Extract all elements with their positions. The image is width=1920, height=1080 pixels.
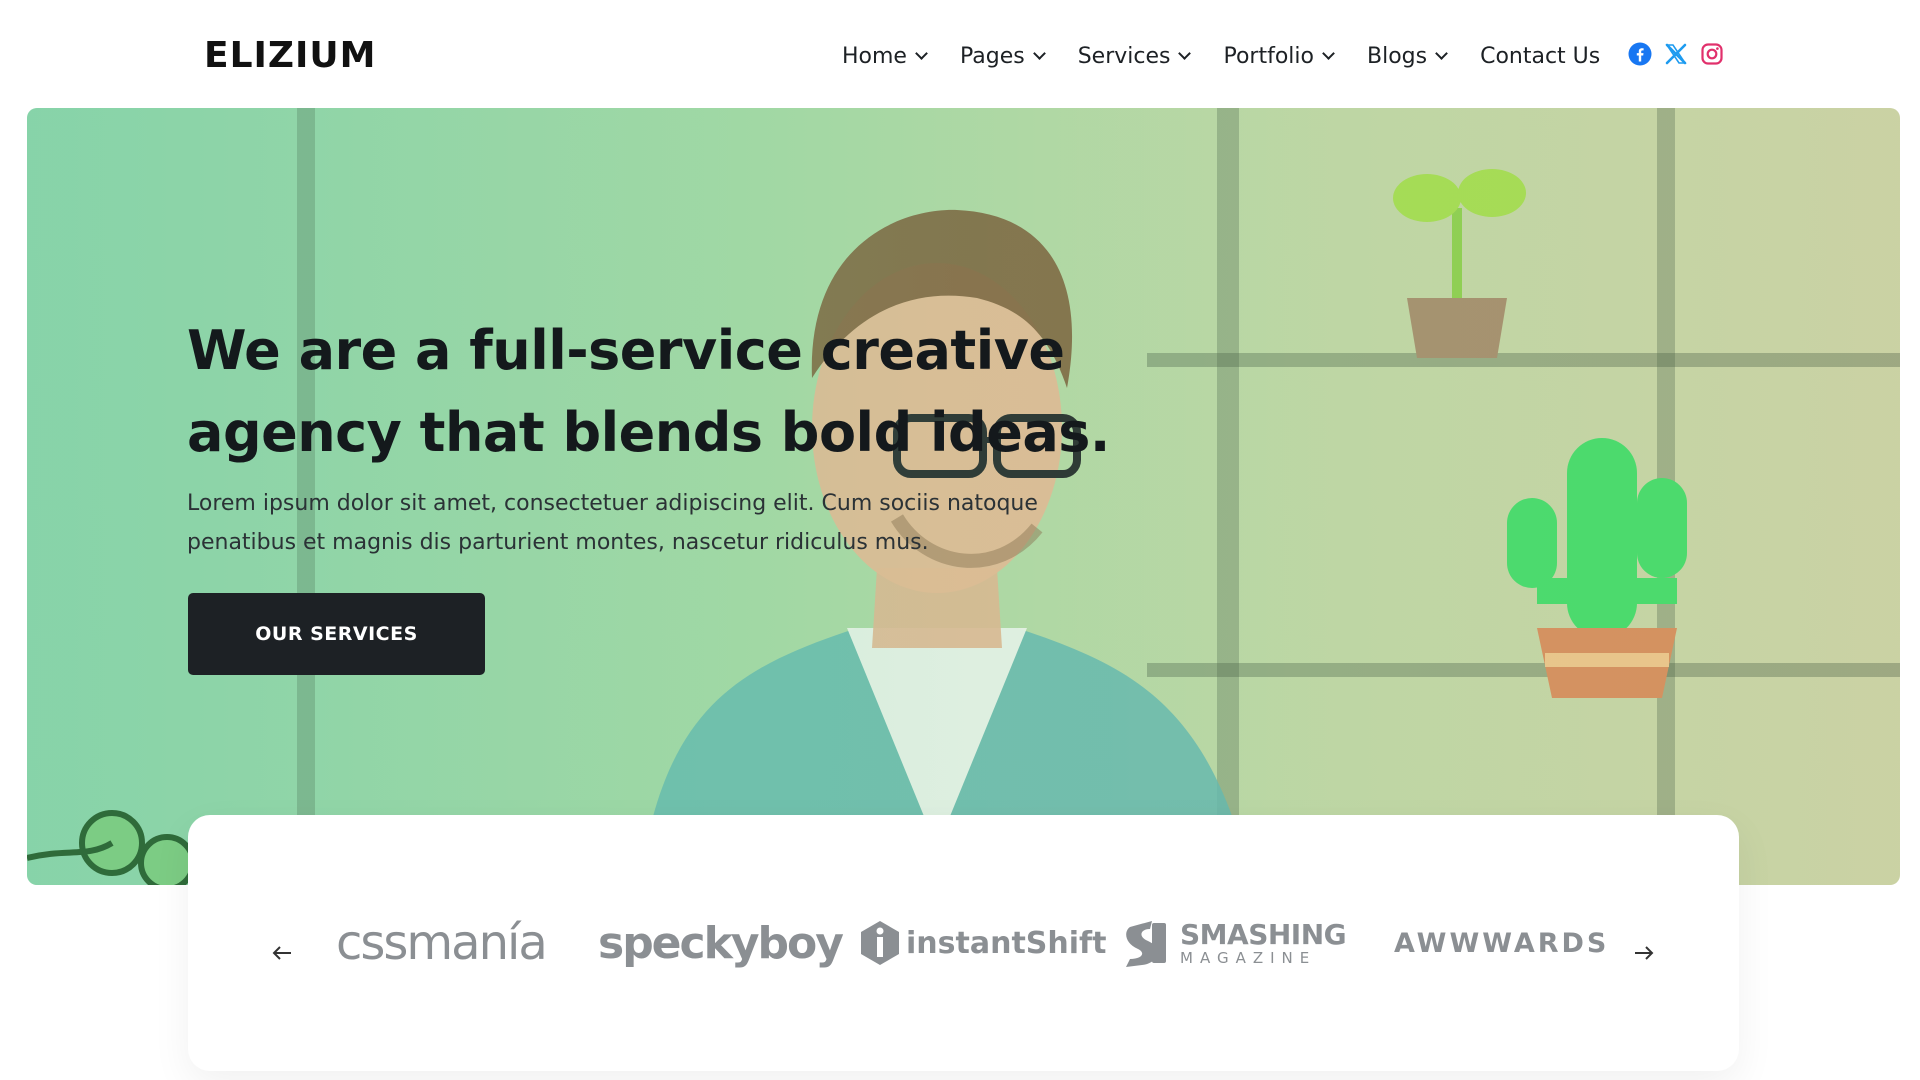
brand-logo-text: SMASHING bbox=[1180, 917, 1347, 951]
hero-description: Lorem ipsum dolor sit amet, consectetuer… bbox=[187, 484, 1107, 562]
smashing-s-icon bbox=[1126, 921, 1166, 967]
our-services-button[interactable]: OUR SERVICES bbox=[188, 593, 485, 675]
nav-item-label: Home bbox=[842, 43, 907, 69]
nav-item-portfolio[interactable]: Portfolio bbox=[1223, 43, 1335, 69]
smashing-words: SMASHING MAGAZINE bbox=[1180, 917, 1347, 967]
hero-title-line: We are a full-service creative bbox=[187, 319, 1065, 382]
arrow-right-icon[interactable] bbox=[1630, 943, 1658, 963]
instantshift-hexagon-icon bbox=[861, 921, 899, 965]
chevron-down-icon bbox=[1178, 46, 1192, 60]
chevron-down-icon bbox=[1435, 46, 1448, 60]
main-nav: Home Pages Services Portfolio Blogs Cont… bbox=[842, 36, 1634, 76]
site-logo[interactable]: ELIZIUM bbox=[204, 34, 376, 78]
nav-item-pages[interactable]: Pages bbox=[959, 43, 1046, 69]
brand-logo-subtext: MAGAZINE bbox=[1180, 948, 1317, 967]
brand-carousel: cssmanía speckyboy instantShift SMASHING… bbox=[188, 815, 1739, 1071]
nav-item-label: Pages bbox=[959, 43, 1025, 69]
brand-logo-instantshift[interactable]: instantShift bbox=[858, 915, 1106, 971]
x-twitter-icon[interactable] bbox=[1664, 42, 1688, 66]
brand-logo-text: instantShift bbox=[906, 925, 1107, 961]
nav-item-contact-us[interactable]: Contact Us bbox=[1480, 44, 1600, 69]
nav-item-label: Portfolio bbox=[1223, 43, 1314, 69]
nav-item-services[interactable]: Services bbox=[1077, 43, 1192, 69]
hero-description-line: penatibus et magnis dis parturient monte… bbox=[187, 530, 929, 555]
nav-item-label: Contact Us bbox=[1480, 43, 1601, 69]
chevron-down-icon bbox=[1032, 46, 1046, 60]
chevron-down-icon bbox=[915, 46, 928, 60]
social-links bbox=[1628, 42, 1724, 66]
arrow-left-icon[interactable] bbox=[268, 943, 296, 963]
brand-logo-awwwards[interactable]: AWWWARDS bbox=[1394, 915, 1609, 971]
chevron-down-icon bbox=[1322, 46, 1335, 60]
nav-item-label: Blogs bbox=[1367, 43, 1428, 69]
hero-title-line: agency that blends bold ideas. bbox=[187, 401, 1110, 464]
nav-item-home[interactable]: Home bbox=[842, 43, 928, 69]
facebook-icon[interactable] bbox=[1628, 42, 1652, 66]
instagram-icon[interactable] bbox=[1700, 42, 1724, 66]
hero-title: We are a full-service creative agency th… bbox=[187, 310, 1187, 474]
hero-description-line: Lorem ipsum dolor sit amet, consectetuer… bbox=[187, 491, 1038, 516]
brand-logo-cssmania[interactable]: cssmanía bbox=[336, 915, 548, 971]
brand-logo-speckyboy[interactable]: speckyboy bbox=[598, 915, 844, 971]
brand-logo-smashing-magazine[interactable]: SMASHING MAGAZINE bbox=[1122, 915, 1347, 971]
nav-item-label: Services bbox=[1077, 43, 1171, 69]
nav-item-blogs[interactable]: Blogs bbox=[1367, 43, 1448, 69]
site-header: ELIZIUM Home Pages Services Portfolio Bl… bbox=[0, 0, 1920, 108]
